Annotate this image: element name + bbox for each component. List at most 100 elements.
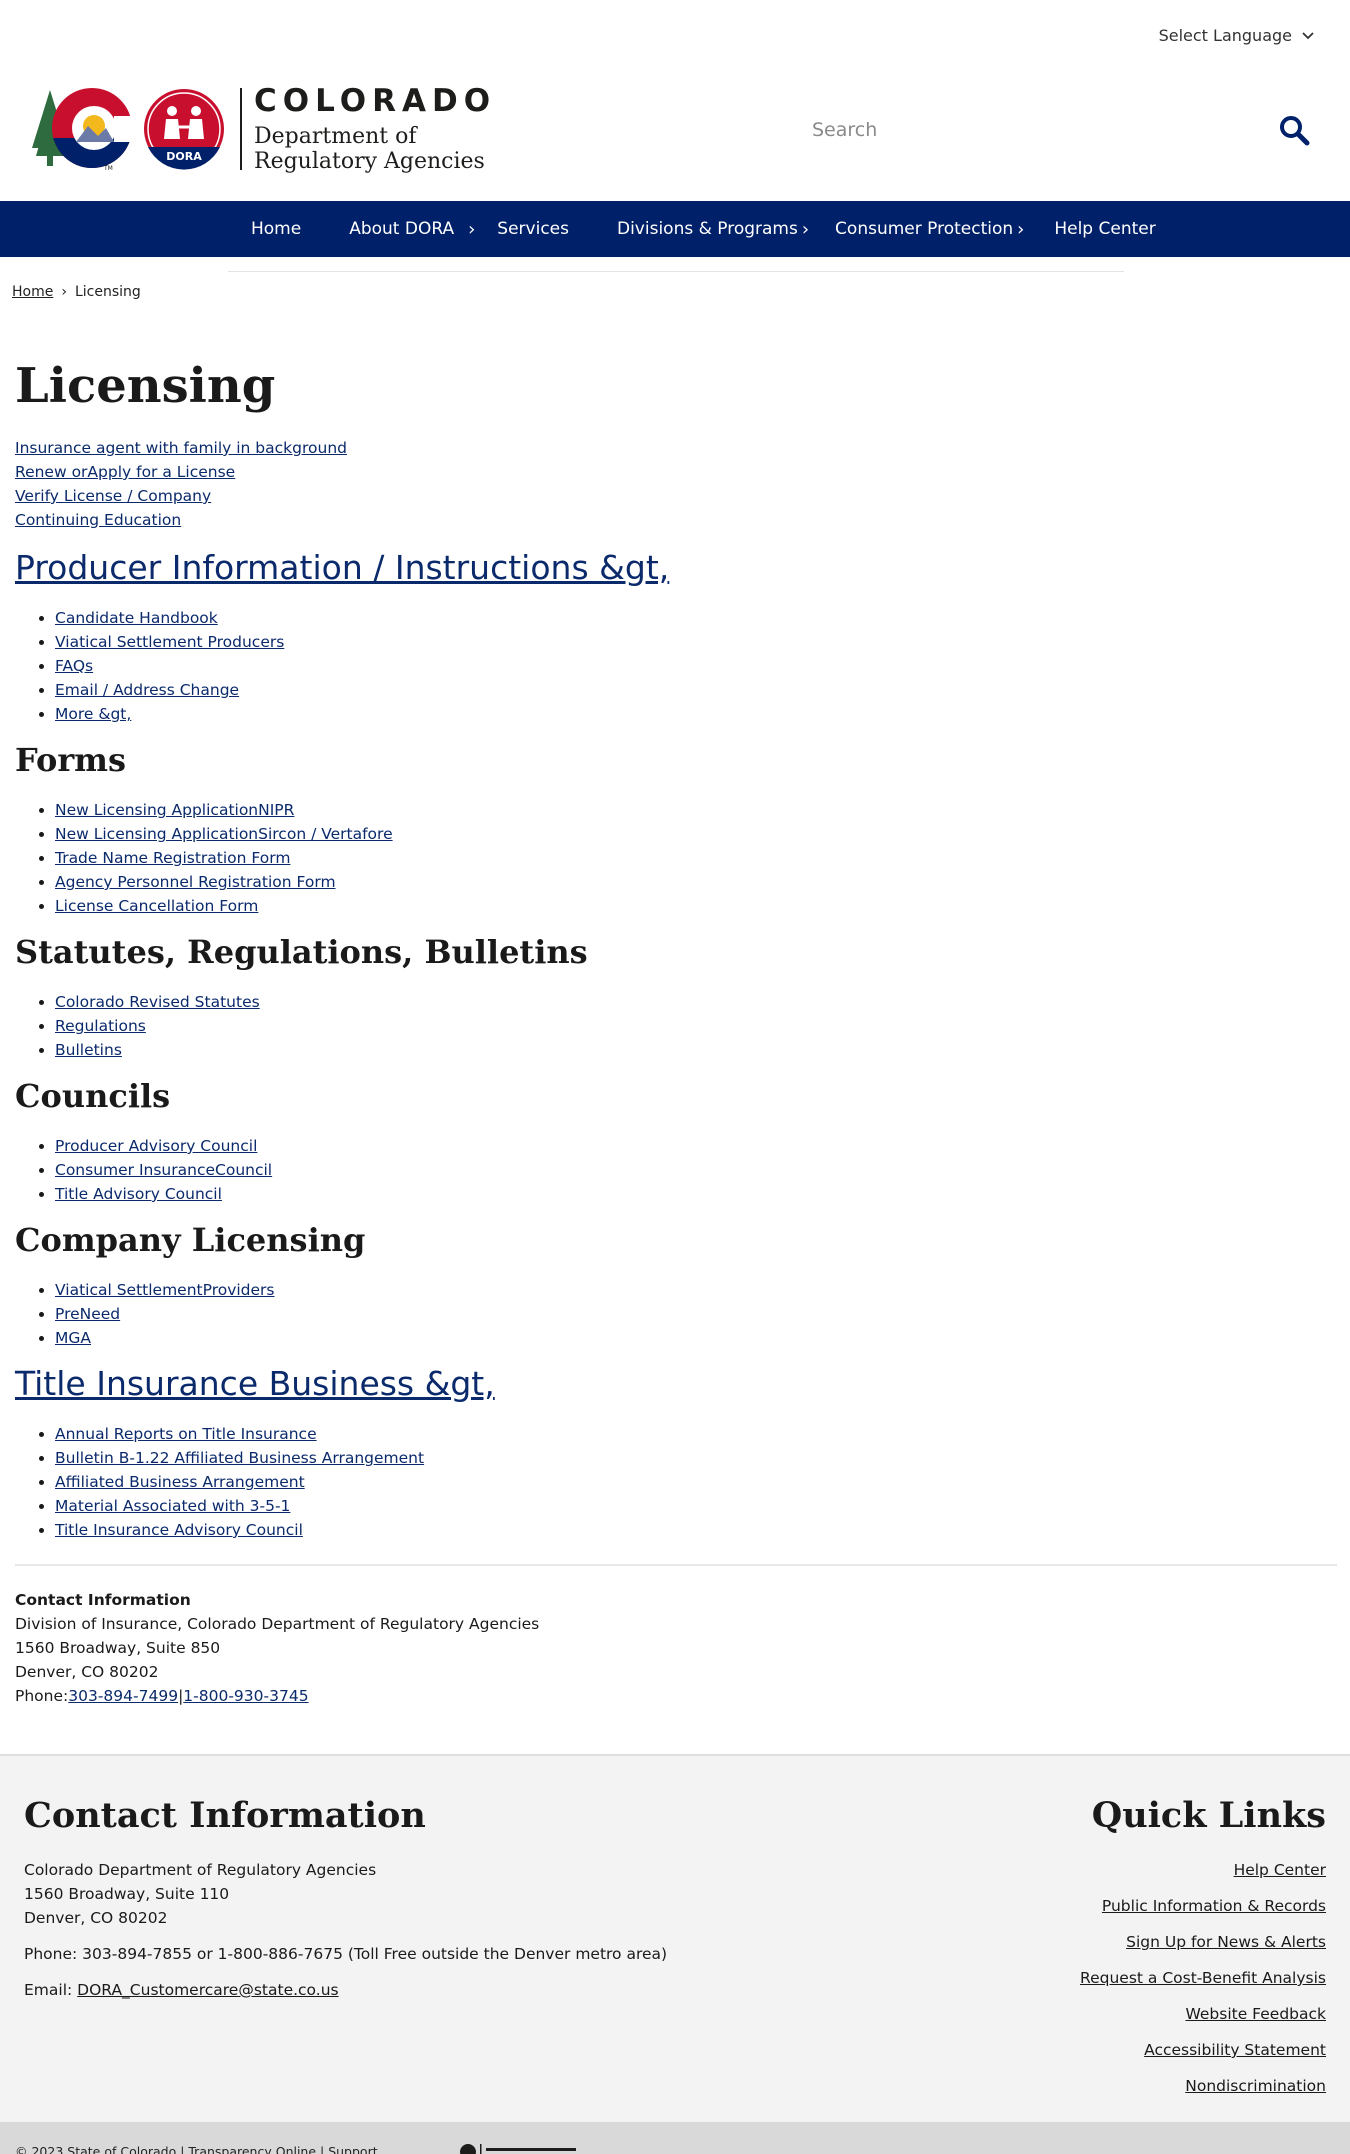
viatical-settlement-producers-link[interactable]: Viatical Settlement Producers (55, 633, 284, 651)
list-item: Request a Cost-Benefit Analysis (826, 1966, 1326, 1990)
footer-street: 1560 Broadway, Suite 110 (24, 1885, 230, 1903)
preneed-link[interactable]: PreNeed (55, 1305, 120, 1323)
quick-action-links: Insurance agent with family in backgroun… (15, 436, 1335, 532)
title-insurance-business-link[interactable]: Title Insurance Business &gt, (15, 1364, 495, 1403)
list-item: PreNeed (55, 1302, 1335, 1326)
phone-link-1[interactable]: 303-894-7499 (68, 1687, 178, 1705)
logo-department-line1: Department of (254, 124, 417, 149)
mga-link[interactable]: MGA (55, 1329, 91, 1347)
bulletin-b-1-22-link[interactable]: Bulletin B-1.22 Affiliated Business Arra… (55, 1449, 424, 1467)
new-licensing-nipr-link[interactable]: New Licensing ApplicationNIPR (55, 801, 294, 819)
license-cancellation-link[interactable]: License Cancellation Form (55, 897, 258, 915)
list-item: License Cancellation Form (55, 894, 1335, 918)
site-logo[interactable]: TM DORA COLORADO Department of Regulator… (28, 84, 496, 174)
logo-text: COLORADO Department of Regulatory Agenci… (254, 84, 496, 174)
hero-image-link[interactable]: Insurance agent with family in backgroun… (15, 436, 1335, 460)
viatical-settlement-providers-link[interactable]: Viatical SettlementProviders (55, 1281, 275, 1299)
quick-links-heading: Quick Links (1091, 1795, 1326, 1836)
annual-reports-link[interactable]: Annual Reports on Title Insurance (55, 1425, 317, 1443)
footer-email-label: Email: (24, 1981, 73, 1999)
search-icon[interactable] (1278, 114, 1310, 146)
list-item: Consumer InsuranceCouncil (55, 1158, 1335, 1182)
list-item: More &gt, (55, 702, 1335, 726)
nav-item-divisions-programs[interactable]: Divisions & Programs › (617, 201, 809, 257)
verify-license-link[interactable]: Verify License / Company (15, 484, 1335, 508)
breadcrumb-current: Licensing (74, 284, 141, 300)
colorado-revised-statutes-link[interactable]: Colorado Revised Statutes (55, 993, 260, 1011)
quick-link-accessibility[interactable]: Accessibility Statement (1144, 2041, 1326, 2059)
consumer-insurance-council-link[interactable]: Consumer InsuranceCouncil (55, 1161, 272, 1179)
more-link[interactable]: More &gt, (55, 705, 131, 723)
quick-link-public-information[interactable]: Public Information & Records (1102, 1897, 1326, 1915)
list-item: Affiliated Business Arrangement (55, 1470, 1335, 1494)
continuing-education-link[interactable]: Continuing Education (15, 508, 1335, 532)
dora-badge-label: DORA (166, 150, 202, 163)
dora-badge-icon: DORA (144, 89, 224, 170)
chevron-right-icon: › (468, 218, 476, 240)
renew-apply-license-link[interactable]: Renew orApply for a License (15, 460, 1335, 484)
list-item: Title Advisory Council (55, 1182, 1335, 1206)
footer-quick-links: Quick Links Help Center Public Informati… (826, 1794, 1326, 2110)
agency-personnel-registration-link[interactable]: Agency Personnel Registration Form (55, 873, 336, 891)
phone-link-2[interactable]: 1-800-930-3745 (183, 1687, 308, 1705)
quick-link-help-center[interactable]: Help Center (1234, 1861, 1326, 1879)
forms-list: New Licensing ApplicationNIPR New Licens… (55, 798, 1335, 918)
affiliated-business-arrangement-link[interactable]: Affiliated Business Arrangement (55, 1473, 305, 1491)
nav-divider (228, 257, 1124, 272)
list-item: Website Feedback (826, 2002, 1326, 2026)
footer-email-link[interactable]: DORA_Customercare@state.co.us (77, 1981, 338, 1999)
list-item: FAQs (55, 654, 1335, 678)
list-item: Sign Up for News & Alerts (826, 1930, 1326, 1954)
list-item: Annual Reports on Title Insurance (55, 1422, 1335, 1446)
list-item: Bulletins (55, 1038, 1335, 1062)
trade-name-registration-link[interactable]: Trade Name Registration Form (55, 849, 290, 867)
list-item: New Licensing ApplicationSircon / Vertaf… (55, 822, 1335, 846)
new-licensing-sircon-link[interactable]: New Licensing ApplicationSircon / Vertaf… (55, 825, 393, 843)
list-item: Nondiscrimination (826, 2074, 1326, 2098)
producer-information-link[interactable]: Producer Information / Instructions &gt, (15, 548, 669, 587)
site-footer: Contact Information Colorado Department … (0, 1754, 1350, 2122)
faqs-link[interactable]: FAQs (55, 657, 93, 675)
breadcrumb-separator: › (61, 284, 67, 300)
nav-item-services[interactable]: Services (497, 201, 569, 257)
nav-item-label: Divisions & Programs (616, 219, 798, 239)
bulletins-link[interactable]: Bulletins (55, 1041, 122, 1059)
nav-item-about-dora[interactable]: About DORA › (349, 201, 475, 257)
quick-links-list: Help Center Public Information & Records… (826, 1858, 1326, 2098)
quick-link-website-feedback[interactable]: Website Feedback (1185, 2005, 1326, 2023)
footer-org: Colorado Department of Regulatory Agenci… (24, 1861, 377, 1879)
footer-bottom-bar: © 2023 State of Colorado | Transparency … (0, 2122, 1350, 2154)
language-select[interactable]: Select Language (1159, 26, 1314, 45)
title-advisory-council-link[interactable]: Title Advisory Council (55, 1185, 222, 1203)
list-item: Colorado Revised Statutes (55, 990, 1335, 1014)
breadcrumb-home-link[interactable]: Home (12, 284, 53, 300)
title-insurance-advisory-council-link[interactable]: Title Insurance Advisory Council (55, 1521, 303, 1539)
nav-item-help-center[interactable]: Help Center (1054, 201, 1155, 257)
email-address-change-link[interactable]: Email / Address Change (55, 681, 239, 699)
material-3-5-1-link[interactable]: Material Associated with 3-5-1 (55, 1497, 290, 1515)
section-heading-forms: Forms (15, 741, 127, 779)
colorado-footer-logo-icon (460, 2144, 576, 2154)
list-item: Email / Address Change (55, 678, 1335, 702)
regulations-link[interactable]: Regulations (55, 1017, 146, 1035)
quick-link-cost-benefit[interactable]: Request a Cost-Benefit Analysis (1080, 1969, 1326, 1987)
main-content: Licensing Insurance agent with family in… (15, 356, 1337, 1708)
nav-item-home[interactable]: Home (251, 201, 301, 257)
list-item: Help Center (826, 1858, 1326, 1882)
quick-link-news-alerts[interactable]: Sign Up for News & Alerts (1126, 1933, 1326, 1951)
list-item: Public Information & Records (826, 1894, 1326, 1918)
list-item: Viatical SettlementProviders (55, 1278, 1335, 1302)
contact-phone: Phone:303-894-7499|1-800-930-3745 (15, 1684, 1335, 1708)
quick-link-nondiscrimination[interactable]: Nondiscrimination (1185, 2077, 1326, 2095)
list-item: Candidate Handbook (55, 606, 1335, 630)
candidate-handbook-link[interactable]: Candidate Handbook (55, 609, 218, 627)
nav-item-consumer-protection[interactable]: Consumer Protection › (835, 201, 1024, 257)
logo-department-line2: Regulatory Agencies (254, 149, 485, 174)
producer-advisory-council-link[interactable]: Producer Advisory Council (55, 1137, 257, 1155)
nav-item-label: Consumer Protection (835, 219, 1014, 239)
language-select-label: Select Language (1158, 26, 1292, 45)
list-item: Bulletin B-1.22 Affiliated Business Arra… (55, 1446, 1335, 1470)
footer-contact: Contact Information Colorado Department … (24, 1794, 724, 2002)
statutes-list: Colorado Revised Statutes Regulations Bu… (55, 990, 1335, 1062)
search-input[interactable] (790, 119, 1260, 141)
